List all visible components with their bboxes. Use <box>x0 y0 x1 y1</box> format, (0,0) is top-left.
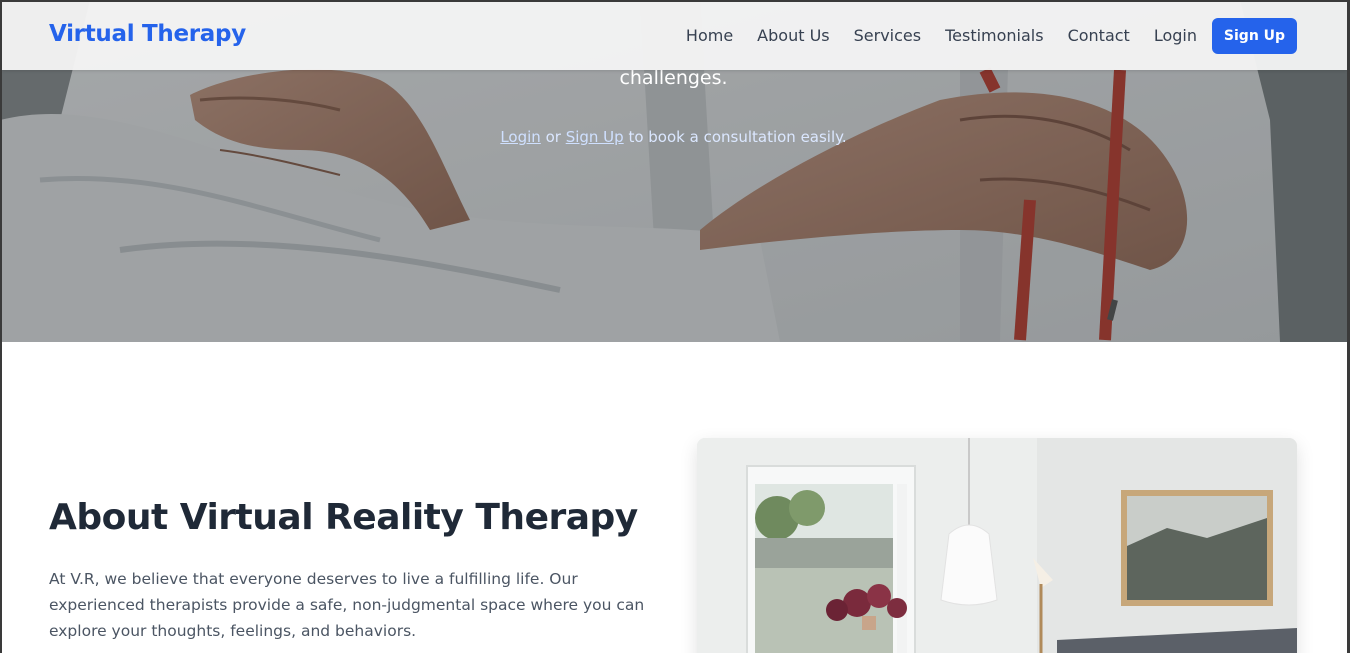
hero-cta-or: or <box>540 128 566 146</box>
therapy-room-illustration <box>697 438 1297 653</box>
window-frame-top <box>0 0 1350 2</box>
nav-links: Home About Us Services Testimonials Cont… <box>662 26 1197 45</box>
hero-signup-link[interactable]: Sign Up <box>566 128 624 146</box>
nav-contact[interactable]: Contact <box>1068 26 1130 45</box>
nav-testimonials[interactable]: Testimonials <box>945 26 1044 45</box>
therapy-room-image <box>697 438 1297 653</box>
about-title: About Virtual Reality Therapy <box>49 497 638 538</box>
navbar: Virtual Therapy Home About Us Services T… <box>2 2 1347 70</box>
about-description: At V.R, we believe that everyone deserve… <box>49 570 645 640</box>
hero-subtitle: challenges. <box>619 67 728 89</box>
signup-button[interactable]: Sign Up <box>1212 18 1297 54</box>
window-frame-left <box>0 0 2 653</box>
hero-login-link[interactable]: Login <box>500 128 540 146</box>
nav-services[interactable]: Services <box>854 26 921 45</box>
nav-login[interactable]: Login <box>1154 26 1197 45</box>
nav-home[interactable]: Home <box>686 26 733 45</box>
hero-cta-text: Login or Sign Up to book a consultation … <box>0 128 1347 146</box>
nav-about-us[interactable]: About Us <box>757 26 829 45</box>
brand-logo[interactable]: Virtual Therapy <box>49 21 246 47</box>
hero-cta-rest: to book a consultation easily. <box>623 128 847 146</box>
